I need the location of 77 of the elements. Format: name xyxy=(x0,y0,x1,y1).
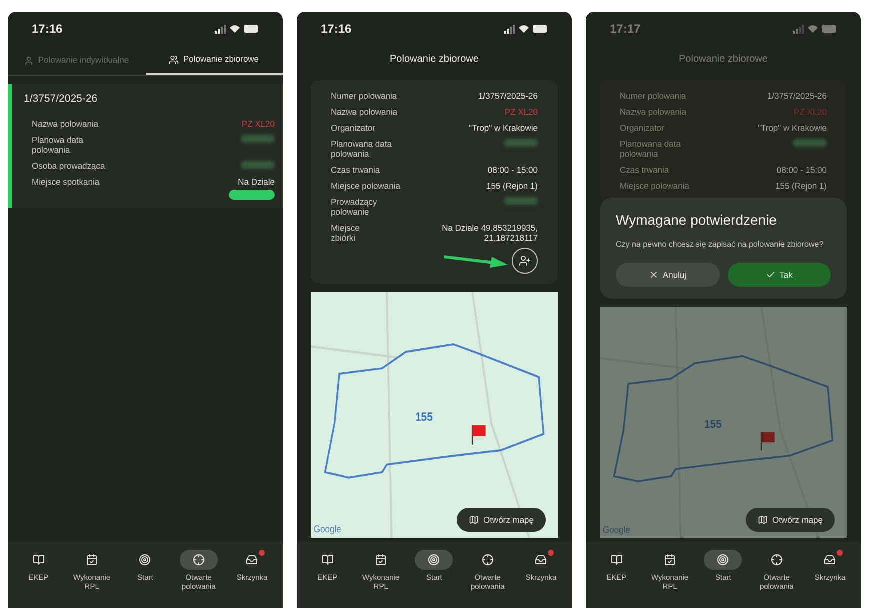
open-map-button[interactable]: Otwórz mapę xyxy=(457,508,546,532)
inbox-icon xyxy=(246,554,258,566)
calendar-icon xyxy=(86,554,98,566)
field-label: Planowa data polowania xyxy=(32,134,85,155)
target-icon xyxy=(139,554,152,566)
crosshair-icon xyxy=(770,554,783,566)
region-number: 155 xyxy=(416,411,433,424)
field-label: Czas trwania xyxy=(620,165,670,175)
field-value: Na Dziale 49.853219935, 21.187218117 xyxy=(441,223,538,243)
status-icons xyxy=(793,24,837,34)
map-icon xyxy=(758,515,768,525)
map-attribution: Google xyxy=(314,524,342,535)
field-label: Organizator xyxy=(620,123,664,133)
field-label: Miejsce zbiórki xyxy=(331,223,361,243)
inbox-icon xyxy=(824,554,836,566)
close-icon xyxy=(648,270,659,280)
field-value: "Trop" w Krakowie xyxy=(758,123,827,133)
field-label: Miejsce polowania xyxy=(331,181,400,191)
field-label: Nazwa polowania xyxy=(331,107,398,117)
field-value: 08:00 - 15:00 xyxy=(488,165,538,175)
screen-title: Polowanie zbiorowe xyxy=(389,52,480,66)
calendar-icon xyxy=(664,554,676,566)
status-time: 17:17 xyxy=(610,21,641,38)
check-icon xyxy=(766,270,776,280)
field-value: 155 (Rejon 1) xyxy=(775,181,827,191)
book-icon xyxy=(32,554,45,566)
field-value: 1/3757/2025-26 xyxy=(478,91,538,101)
hunt-card[interactable]: 1/3757/2025-26 Nazwa polowania PZ XL20 Planowa data polowania Osoba prowadząca Miejsce spotkania Na Dziale xyxy=(8,84,283,208)
field-value: 155 (Rejon 1) xyxy=(486,181,538,191)
join-button[interactable] xyxy=(512,248,538,274)
field-label: Nazwa polowania xyxy=(620,107,687,117)
crosshair-icon xyxy=(482,554,494,566)
field-value: "Trop" w Krakowie xyxy=(468,123,538,133)
target-icon xyxy=(428,554,440,566)
tab[interactable]: Polowanie zbiorowe xyxy=(146,46,283,75)
person-icon xyxy=(24,56,34,66)
map-icon xyxy=(469,515,480,525)
target-icon xyxy=(717,554,730,566)
calendar-icon xyxy=(375,554,388,566)
field-value: PZ XL20 xyxy=(242,118,275,129)
status-time: 17:16 xyxy=(32,21,63,38)
field-label: Osoba prowadząca xyxy=(32,160,106,171)
field-value: PZ XL20 xyxy=(504,107,538,117)
field-value: PZ XL20 xyxy=(794,107,827,117)
dialog-message: Czy na pewno chcesz się zapisać na polowanie zbiorowe? xyxy=(616,239,825,251)
field-label: Miejsce polowania xyxy=(620,181,690,191)
field-label: Czas trwania xyxy=(331,165,380,175)
book-icon xyxy=(322,554,334,566)
field-label: Prowadzący polowanie xyxy=(331,197,378,217)
region-number: 155 xyxy=(704,418,722,432)
field-label: Organizator xyxy=(331,123,376,133)
crosshair-icon xyxy=(192,554,205,566)
status-icons xyxy=(215,24,259,34)
status-time: 17:16 xyxy=(321,21,352,38)
field-value: 1/3757/2025-26 xyxy=(767,91,827,101)
map-attribution: Google xyxy=(602,524,630,535)
flag-icon xyxy=(760,432,775,451)
screen-title: Polowanie zbiorowe xyxy=(678,52,769,66)
status-icons xyxy=(504,24,548,34)
field-label: Numer polowania xyxy=(620,91,686,101)
hunt-number: 1/3757/2025-26 xyxy=(24,92,99,107)
field-value: Na Dziale xyxy=(238,176,275,187)
field-label: Nazwa polowania xyxy=(32,118,99,129)
flag-icon xyxy=(472,425,486,446)
add-person-icon xyxy=(519,255,531,267)
inbox-icon xyxy=(535,554,548,566)
open-map-button[interactable]: Otwórz mapę xyxy=(746,508,835,532)
confirm-button[interactable]: Tak xyxy=(728,263,831,287)
field-value: 08:00 - 15:00 xyxy=(776,165,827,175)
book-icon xyxy=(610,554,623,566)
field-label: Planowana data polowania xyxy=(620,139,682,159)
dialog-title: Wymagane potwierdzenie xyxy=(616,211,778,230)
field-label: Miejsce spotkania xyxy=(32,176,100,187)
field-label: Planowana data polowania xyxy=(331,139,393,159)
field-label: Numer polowania xyxy=(331,91,398,101)
group-icon xyxy=(169,54,180,64)
cancel-button[interactable]: Anuluj xyxy=(616,263,720,287)
